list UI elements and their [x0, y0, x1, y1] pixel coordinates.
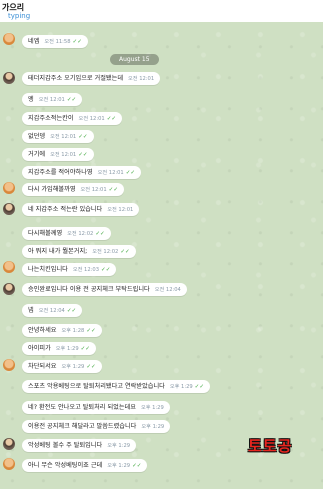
read-ticks-icon: ✓✓	[86, 328, 96, 334]
message-bubble: 테더지갑주소 오기입으로 거절됐는데 오전 12:01	[22, 72, 161, 85]
message-bubble: 네? 환전도 안나오고 탈퇴처리 되었는데요 오후 1:29	[22, 401, 170, 414]
read-ticks-icon: ✓✓	[78, 152, 88, 158]
message-time: 오전 12:01	[80, 187, 107, 193]
read-ticks-icon: ✓✓	[72, 39, 82, 45]
message-bubble: 차단되서요 오후 1:29 ✓✓	[22, 360, 102, 373]
read-ticks-icon: ✓✓	[66, 308, 77, 314]
avatar-icon[interactable]	[3, 438, 15, 450]
message-time: 오전 12:01	[78, 116, 105, 122]
avatar-icon[interactable]	[3, 283, 15, 295]
message-time: 오후 1:29	[140, 405, 164, 411]
message-bubble: 안녕하세요 오후 1:28 ✓✓	[22, 324, 102, 337]
avatar-icon[interactable]	[3, 261, 15, 273]
date-separator: August 15	[110, 54, 159, 65]
message-time: 오전 12:01	[107, 207, 134, 213]
typing-status: typing	[8, 12, 31, 20]
message-text: 엥	[28, 96, 34, 103]
read-ticks-icon: ✓✓	[80, 346, 90, 352]
message-text: 이용전 공지체크 해달라고 말씀드렸습니다	[28, 423, 137, 430]
message-time: 오전 12:01	[38, 97, 65, 103]
message-bubble: 악성베팅 볼수 주 탈퇴입니다 오후 1:29	[22, 439, 137, 452]
message-bubble: 지갑주소를 적어야하나영 오전 12:01 ✓✓	[22, 166, 142, 179]
message-bubble: 스포츠 악용베팅으로 탈퇴처리됐다고 연락받았습니다 오후 1:29 ✓✓	[22, 380, 211, 393]
message-text: 아이피가	[28, 345, 51, 352]
message-text: 차단되서요	[28, 363, 57, 370]
message-time: 오전 12:01	[50, 134, 77, 140]
message-text: 아 뭐지 내가 뭘본거지;	[28, 248, 88, 255]
message-bubble: 다시 가입해볼까영 오전 12:01 ✓✓	[22, 183, 125, 196]
message-text: 없던뎅	[28, 133, 46, 140]
read-ticks-icon: ✓✓	[86, 364, 96, 370]
message-bubble: 승인완료입니다 이용 전 공지체크 부탁드립니다 오전 12:04	[22, 283, 187, 296]
message-text: 네엡	[28, 38, 40, 45]
message-text: 악성베팅 볼수 주 탈퇴입니다	[28, 442, 103, 449]
message-text: 승인완료입니다 이용 전 공지체크 부탁드립니다	[28, 286, 150, 293]
message-text: 스포츠 악용베팅으로 탈퇴처리됐다고 연락받았습니다	[28, 383, 165, 390]
read-ticks-icon: ✓✓	[120, 249, 130, 255]
message-time: 오후 1:29	[107, 463, 131, 469]
read-ticks-icon: ✓✓	[125, 170, 136, 176]
message-time: 오전 12:03	[72, 267, 100, 273]
message-bubble: 다시해볼께영 오전 12:02 ✓✓	[22, 227, 111, 240]
message-bubble: 엥 오전 12:01 ✓✓	[22, 93, 83, 106]
avatar-icon[interactable]	[3, 182, 15, 194]
message-time: 오전 11:58	[44, 39, 71, 45]
message-text: 넵	[28, 307, 34, 314]
message-time: 오전 12:02	[92, 249, 119, 255]
avatar-icon[interactable]	[3, 72, 15, 84]
message-time: 오전 12:01	[50, 152, 77, 158]
message-bubble: 거기에 오전 12:01 ✓✓	[22, 148, 94, 161]
message-time: 오후 1:29	[107, 443, 131, 449]
message-text: 다시 가입해볼까영	[28, 186, 76, 193]
read-ticks-icon: ✓✓	[108, 187, 119, 193]
message-bubble: 네엡 오전 11:58 ✓✓	[22, 35, 88, 48]
read-ticks-icon: ✓✓	[132, 463, 142, 469]
message-time: 오후 1:29	[169, 384, 193, 390]
message-time: 오전 12:02	[67, 231, 94, 237]
avatar-icon[interactable]	[3, 203, 15, 215]
message-text: 나는치킨입니다	[28, 266, 68, 273]
message-time: 오후 1:29	[61, 364, 85, 370]
message-bubble: 이용전 공지체크 해달라고 말씀드렸습니다 오후 1:29	[22, 420, 171, 433]
message-bubble: 없던뎅 오전 12:01 ✓✓	[22, 130, 94, 143]
message-time: 오전 12:01	[128, 76, 155, 82]
message-text: 다시해볼께영	[28, 230, 63, 237]
read-ticks-icon: ✓✓	[101, 267, 111, 273]
message-time: 오후 1:28	[61, 328, 85, 334]
avatar-icon[interactable]	[3, 458, 15, 470]
message-text: 네 지갑주소 적는란 있습니다	[28, 206, 103, 213]
chat-header: 가으리 typing	[0, 0, 323, 23]
message-text: 지갑주소를 적어야하나영	[28, 169, 93, 176]
message-text: 거기에	[28, 151, 46, 158]
message-time: 오전 12:01	[97, 170, 124, 176]
read-ticks-icon: ✓✓	[66, 97, 77, 103]
read-ticks-icon: ✓✓	[106, 116, 117, 122]
message-bubble: 나는치킨입니다 오전 12:03 ✓✓	[22, 263, 117, 276]
read-ticks-icon: ✓✓	[78, 134, 88, 140]
message-bubble: 아 뭐지 내가 뭘본거지; 오전 12:02 ✓✓	[22, 245, 136, 258]
read-ticks-icon: ✓✓	[95, 231, 105, 237]
message-time: 오후 1:29	[55, 346, 79, 352]
message-text: 안녕하세요	[28, 327, 57, 334]
message-text: 테더지갑주소 오기입으로 거절됐는데	[28, 75, 124, 82]
watermark: 토토공	[248, 437, 293, 455]
avatar-icon[interactable]	[3, 359, 15, 371]
message-time: 오후 1:29	[141, 424, 165, 430]
message-bubble: 지갑주소적는칸이 오전 12:01 ✓✓	[22, 112, 123, 125]
message-time: 오전 12:04	[154, 287, 181, 293]
message-text: 네? 환전도 안나오고 탈퇴처리 되었는데요	[28, 404, 136, 411]
avatar-icon[interactable]	[3, 33, 15, 45]
message-bubble: 넵 오전 12:04 ✓✓	[22, 304, 83, 317]
message-bubble: 아이피가 오후 1:29 ✓✓	[22, 342, 96, 355]
message-bubble: 네 지갑주소 적는란 있습니다 오전 12:01	[22, 203, 140, 216]
message-text: 아니 무슨 악성베팅이죠 근데	[28, 462, 103, 469]
message-text: 지갑주소적는칸이	[28, 115, 74, 122]
message-time: 오전 12:04	[38, 308, 65, 314]
message-bubble: 아니 무슨 악성베팅이죠 근데 오후 1:29 ✓✓	[22, 459, 148, 472]
read-ticks-icon: ✓✓	[194, 384, 205, 390]
